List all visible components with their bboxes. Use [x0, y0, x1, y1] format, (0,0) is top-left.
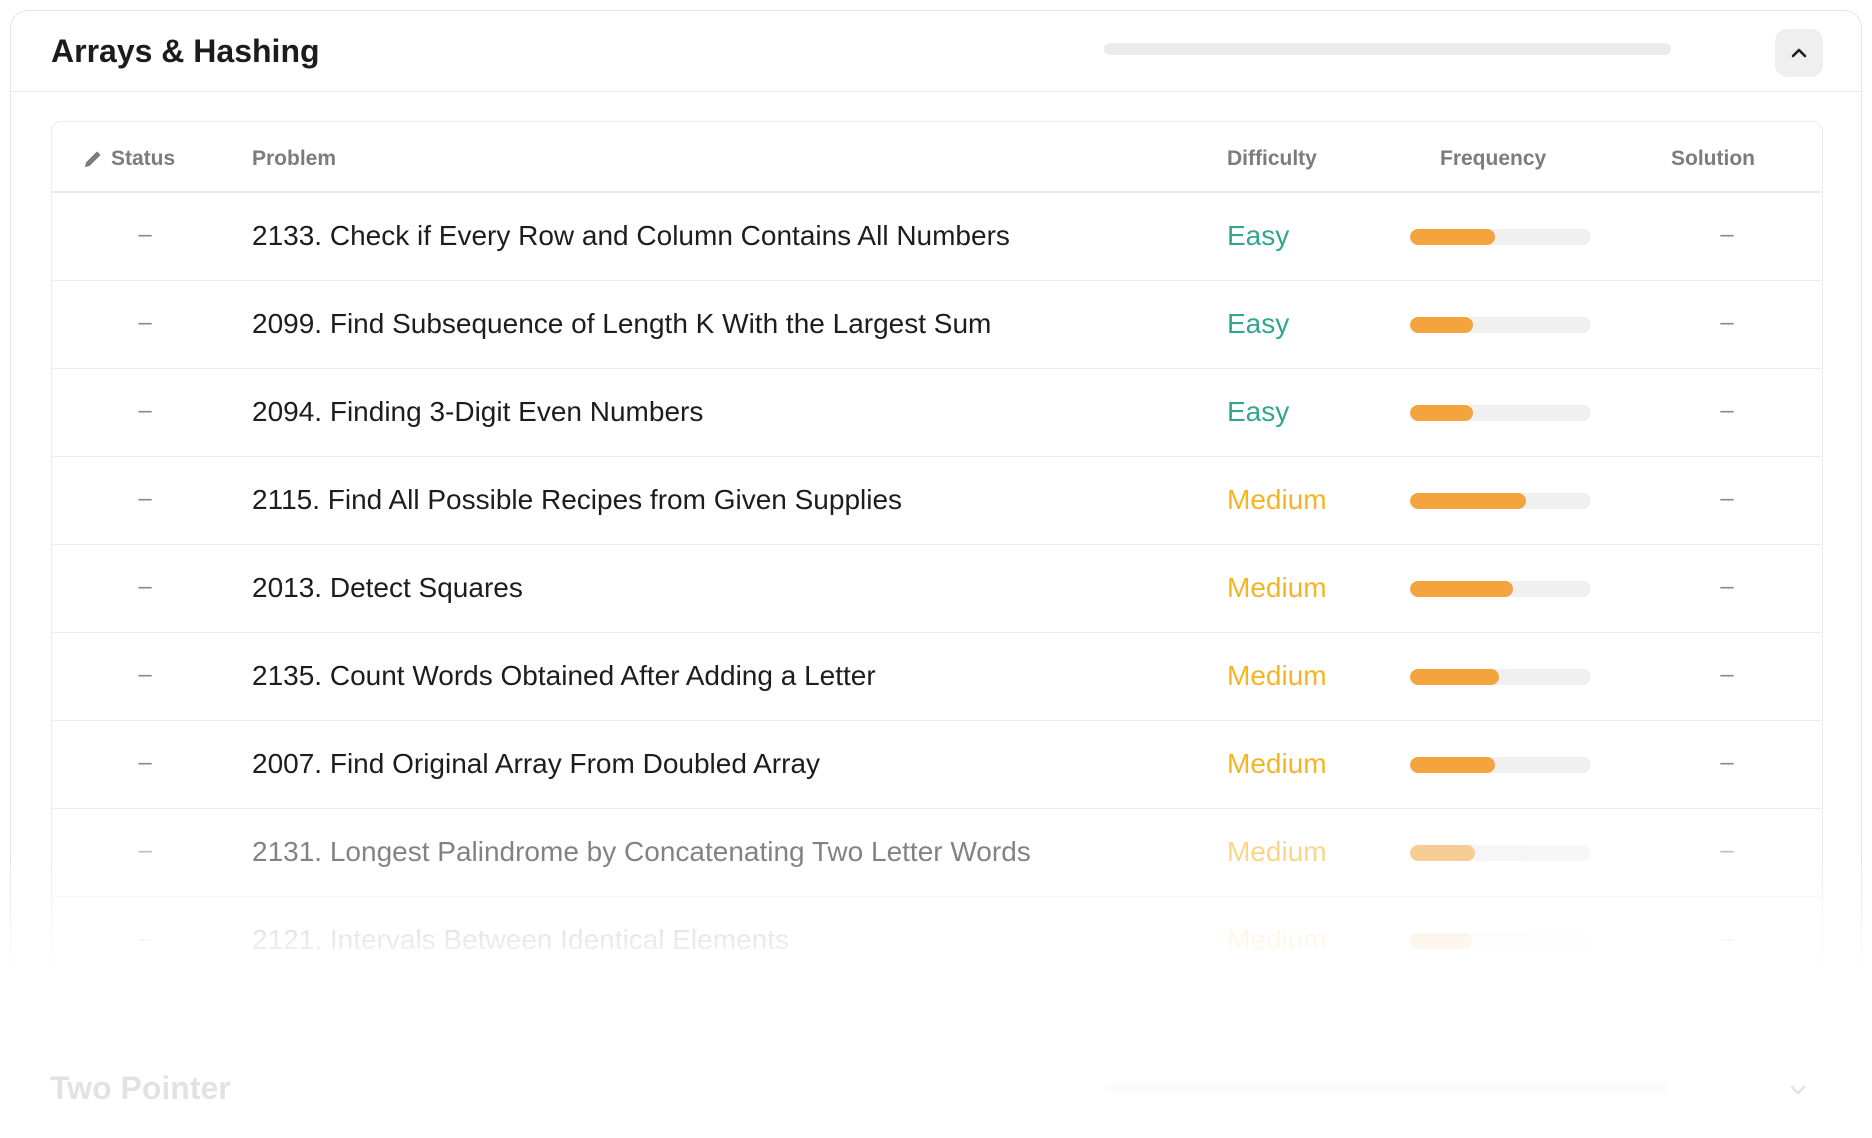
- difficulty-label: Easy: [1227, 220, 1290, 251]
- frequency-bar-fill: [1410, 493, 1526, 509]
- status-cell[interactable]: –: [130, 309, 160, 337]
- difficulty-label: Medium: [1227, 572, 1327, 603]
- status-cell[interactable]: –: [130, 837, 160, 865]
- frequency-bar: [1410, 669, 1591, 685]
- table-row[interactable]: – 2007. Find Original Array From Doubled …: [52, 721, 1822, 809]
- table-row[interactable]: – 2013. Detect Squares Medium –: [52, 545, 1822, 633]
- table-header: Status Problem Difficulty Frequency Solu…: [52, 122, 1822, 193]
- section-title: Arrays & Hashing: [51, 33, 320, 69]
- column-header-frequency[interactable]: Frequency: [1440, 147, 1546, 171]
- table-row[interactable]: – 2115. Find All Possible Recipes from Gi…: [52, 457, 1822, 545]
- section-progress-bar: [1103, 1082, 1670, 1094]
- solution-cell[interactable]: –: [1712, 925, 1742, 953]
- section-arrays-hashing: Arrays & Hashing Status Problem Difficul…: [10, 10, 1862, 1020]
- status-cell[interactable]: –: [130, 221, 160, 249]
- collapse-section-button[interactable]: [1775, 29, 1823, 77]
- problem-link[interactable]: 2007. Find Original Array From Doubled A…: [252, 748, 820, 780]
- frequency-bar-fill: [1410, 229, 1496, 245]
- status-cell[interactable]: –: [130, 749, 160, 777]
- frequency-bar-fill: [1410, 581, 1514, 597]
- difficulty-label: Medium: [1227, 748, 1327, 779]
- table-row[interactable]: – 2133. Check if Every Row and Column Con…: [52, 193, 1822, 281]
- solution-cell[interactable]: –: [1712, 573, 1742, 601]
- column-header-problem[interactable]: Problem: [252, 147, 336, 171]
- column-header-status[interactable]: Status: [82, 147, 175, 171]
- problem-link[interactable]: 2115. Find All Possible Recipes from Giv…: [252, 484, 902, 516]
- pencil-icon: [85, 151, 101, 167]
- status-cell[interactable]: –: [130, 485, 160, 513]
- section-progress-bar: [1104, 43, 1671, 55]
- difficulty-label: Medium: [1227, 836, 1327, 867]
- frequency-bar-fill: [1410, 845, 1476, 861]
- frequency-bar-fill: [1410, 933, 1472, 949]
- solution-cell[interactable]: –: [1712, 837, 1742, 865]
- section-header[interactable]: Arrays & Hashing: [11, 11, 1861, 92]
- solution-cell[interactable]: –: [1712, 485, 1742, 513]
- frequency-bar: [1410, 757, 1591, 773]
- solution-cell[interactable]: –: [1712, 397, 1742, 425]
- frequency-bar: [1410, 493, 1591, 509]
- table-row[interactable]: – 2099. Find Subsequence of Length K With…: [52, 281, 1822, 369]
- difficulty-label: Easy: [1227, 308, 1290, 339]
- chevron-up-icon: [1791, 48, 1807, 58]
- table-row[interactable]: – 2131. Longest Palindrome by Concatenati…: [52, 809, 1822, 897]
- status-cell[interactable]: –: [130, 397, 160, 425]
- problem-link[interactable]: 2094. Finding 3-Digit Even Numbers: [252, 396, 703, 428]
- problem-link[interactable]: 2135. Count Words Obtained After Adding …: [252, 660, 876, 692]
- solution-cell[interactable]: –: [1712, 309, 1742, 337]
- problem-link[interactable]: 2099. Find Subsequence of Length K With …: [252, 308, 991, 340]
- table-row[interactable]: – 2094. Finding 3-Digit Even Numbers Easy –: [52, 369, 1822, 457]
- problem-link[interactable]: 2013. Detect Squares: [252, 572, 523, 604]
- section-two-pointer[interactable]: Two Pointer: [10, 1050, 1862, 1138]
- problem-link[interactable]: 2131. Longest Palindrome by Concatenatin…: [252, 836, 1031, 868]
- table-body: – 2133. Check if Every Row and Column Con…: [52, 193, 1822, 985]
- solution-cell[interactable]: –: [1712, 749, 1742, 777]
- frequency-bar: [1410, 845, 1591, 861]
- expand-section-button[interactable]: [1774, 1066, 1822, 1114]
- column-header-difficulty[interactable]: Difficulty: [1227, 147, 1317, 171]
- table-row[interactable]: – 2121. Intervals Between Identical Eleme…: [52, 897, 1822, 985]
- column-header-solution[interactable]: Solution: [1671, 147, 1755, 171]
- problem-list-page: Arrays & Hashing Status Problem Difficul…: [0, 0, 1872, 1138]
- status-cell[interactable]: –: [130, 661, 160, 689]
- table-row[interactable]: – 2135. Count Words Obtained After Adding…: [52, 633, 1822, 721]
- problem-link[interactable]: 2133. Check if Every Row and Column Cont…: [252, 220, 1010, 252]
- problems-table: Status Problem Difficulty Frequency Solu…: [51, 121, 1823, 991]
- frequency-bar: [1410, 229, 1591, 245]
- solution-cell[interactable]: –: [1712, 661, 1742, 689]
- frequency-bar-fill: [1410, 669, 1499, 685]
- column-header-status-label: Status: [111, 147, 176, 170]
- status-cell[interactable]: –: [130, 925, 160, 953]
- difficulty-label: Medium: [1227, 484, 1327, 515]
- frequency-bar: [1410, 581, 1591, 597]
- status-cell[interactable]: –: [130, 573, 160, 601]
- frequency-bar-fill: [1410, 405, 1474, 421]
- difficulty-label: Medium: [1227, 924, 1327, 955]
- difficulty-label: Easy: [1227, 396, 1290, 427]
- chevron-down-icon: [1790, 1085, 1806, 1095]
- frequency-bar: [1410, 317, 1591, 333]
- difficulty-label: Medium: [1227, 660, 1327, 691]
- solution-cell[interactable]: –: [1712, 221, 1742, 249]
- frequency-bar-fill: [1410, 757, 1496, 773]
- frequency-bar-fill: [1410, 317, 1474, 333]
- frequency-bar: [1410, 933, 1591, 949]
- frequency-bar: [1410, 405, 1591, 421]
- section-title: Two Pointer: [50, 1070, 231, 1106]
- problem-link[interactable]: 2121. Intervals Between Identical Elemen…: [252, 924, 789, 956]
